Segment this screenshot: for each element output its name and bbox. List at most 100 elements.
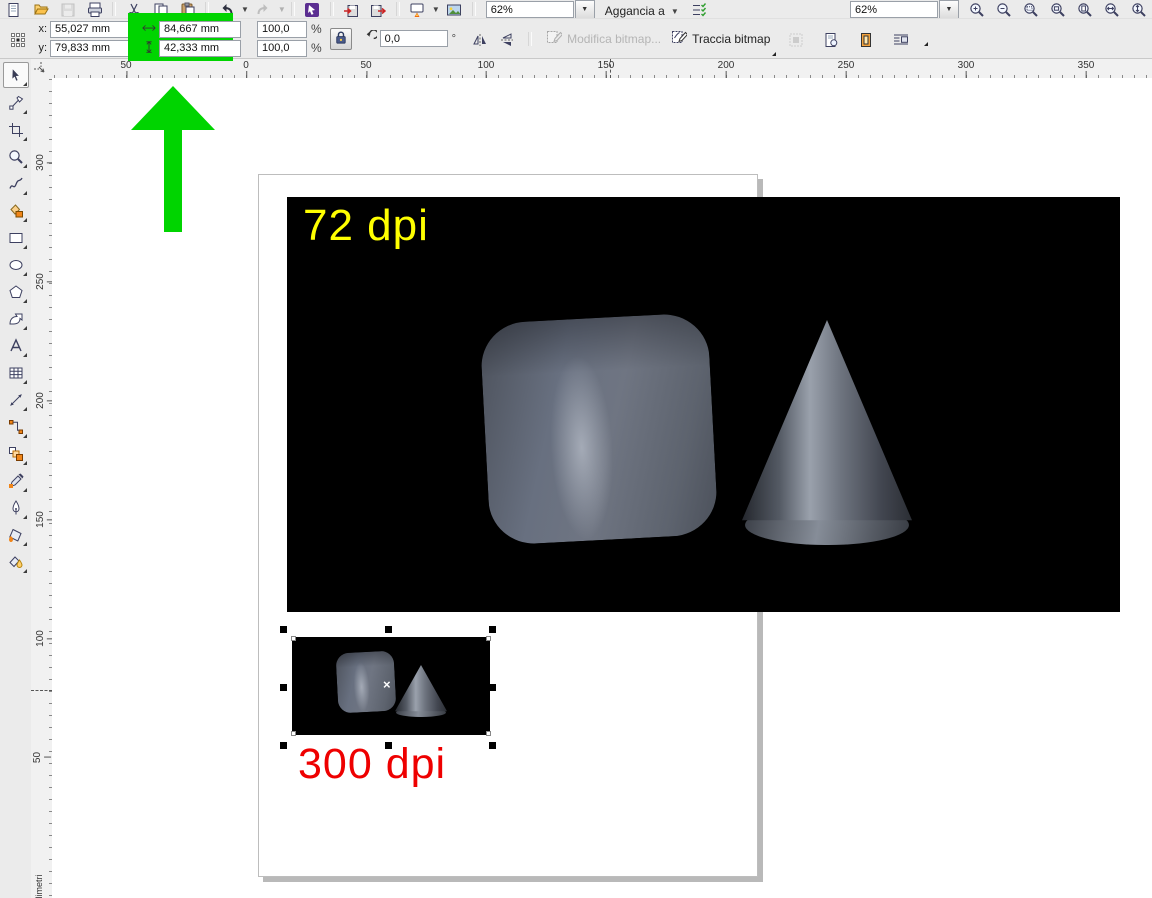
polygon-tool-icon [8,285,23,298]
chevron-down-icon[interactable]: ▼ [939,0,959,18]
application-launcher-dropdown-caret[interactable]: ▼ [432,5,440,14]
chevron-down-icon[interactable]: ▼ [574,0,595,18]
search-cursor-button[interactable] [299,0,326,18]
zoom-toolbar-combo[interactable]: 62% ▼ [850,0,959,18]
bitmap-resolution-button[interactable] [817,30,844,48]
wrap-text-flyout-arrow[interactable] [924,41,929,46]
bitmap-72dpi[interactable]: 72 dpi [287,197,1120,612]
hruler-label: 250 [837,60,855,78]
zoom-levels-value[interactable]: 62% [485,1,574,18]
bitmap-frame-button[interactable] [852,30,879,48]
freehand-tool[interactable] [4,172,28,196]
corner-node[interactable] [486,636,491,641]
selection-handle-top-center[interactable] [385,626,392,633]
polygon-tool[interactable] [4,280,28,304]
selection-handle-middle-left[interactable] [280,684,287,691]
dimension-tool[interactable] [4,388,28,412]
new-document-button[interactable] [0,0,27,18]
basic-shapes-tool[interactable] [4,307,28,331]
corner-node[interactable] [291,731,296,736]
import-button[interactable] [338,0,365,18]
smart-fill-tool-icon [9,204,23,218]
scale-h-field[interactable]: 100,0 [257,20,307,38]
fill-tool-icon [8,528,22,542]
fill-tool[interactable] [4,523,28,547]
trace-bitmap-flyout-arrow[interactable] [772,52,777,56]
zoom-in-button[interactable] [963,0,990,18]
pick-tool[interactable] [2,62,29,88]
resample-bitmap-icon [789,33,803,46]
connector-tool[interactable] [4,415,28,439]
scale-group: 100,0 % 100,0 % [257,20,322,57]
search-cursor-icon [305,3,320,17]
object-height-field[interactable]: 42,333 mm [159,39,241,57]
interactive-fill-tool[interactable] [4,550,28,574]
application-launcher-button[interactable] [404,0,431,18]
trace-bitmap-button[interactable]: Traccia bitmap [671,28,770,50]
blend-tool[interactable] [4,442,28,466]
snap-to-label: Aggancia a [604,4,665,18]
object-width-field[interactable]: 84,667 mm [159,20,241,38]
snap-to-dropdown[interactable]: Aggancia a ▼ [605,4,680,18]
zoom-page-width-button[interactable] [1098,0,1125,18]
zoom-in-icon [969,3,984,17]
shape-tool[interactable] [4,91,28,115]
open-button[interactable] [27,0,54,18]
text-tool[interactable] [4,334,28,358]
vruler-label: 150 [34,511,46,528]
zoom-selected-icon [1023,3,1038,17]
zoom-levels-combo[interactable]: 62% ▼ [485,0,595,18]
zoom-selected-button[interactable] [1017,0,1044,18]
hruler-label: 300 [957,60,975,78]
selection-center-marker[interactable]: × [383,677,391,692]
mirror-vertical-icon[interactable] [493,30,520,48]
selection-handle-bottom-left[interactable] [280,742,287,749]
object-origin-icon[interactable] [4,30,31,48]
options-checklist-icon[interactable] [686,0,713,18]
mirror-horizontal-icon[interactable] [466,30,493,48]
percent-label: % [311,41,322,55]
zoom-page-height-button[interactable] [1125,0,1152,18]
crop-tool[interactable] [4,118,28,142]
redo-button [250,0,277,18]
print-button[interactable] [81,0,108,18]
eyedropper-tool[interactable] [4,469,28,493]
bitmap-300dpi-selected[interactable]: × [291,636,491,736]
resample-bitmap-button [782,30,809,48]
rotation-field[interactable]: 0,0 [379,30,448,47]
selection-handle-middle-right[interactable] [489,684,496,691]
corner-node[interactable] [291,636,296,641]
table-tool-icon [9,367,22,379]
export-button[interactable] [365,0,392,18]
zoom-page-button[interactable] [1071,0,1098,18]
wrap-text-button[interactable] [887,30,914,48]
vertical-ruler[interactable]: millimetri 300 250 200 150 100 50 [31,78,53,898]
corner-node[interactable] [486,731,491,736]
save-button [54,0,81,18]
ellipse-tool-icon [9,260,22,270]
bitmap-frame-icon [860,32,871,47]
outline-pen-tool[interactable] [4,496,28,520]
ellipse-tool[interactable] [4,253,28,277]
zoom-out-button[interactable] [990,0,1017,18]
zoom-toolbar-value[interactable]: 62% [850,1,938,18]
zoom-tool[interactable] [4,145,28,169]
rotate-icon [362,28,379,48]
y-position-field[interactable]: 79,833 mm [50,39,130,57]
x-position-field[interactable]: 55,027 mm [50,20,130,38]
welcome-screen-button[interactable] [441,0,468,18]
table-tool[interactable] [4,361,28,385]
horizontal-ruler[interactable]: 50 0 50 100 150 200 250 300 350 [52,59,1152,79]
ruler-origin[interactable] [31,59,52,78]
selection-handle-top-left[interactable] [280,626,287,633]
smart-fill-tool[interactable] [4,199,28,223]
zoom-all-objects-button[interactable] [1044,0,1071,18]
toolbar-separator [329,2,334,16]
selection-handle-top-right[interactable] [489,626,496,633]
scale-v-field[interactable]: 100,0 [257,39,307,57]
rectangle-tool[interactable] [4,226,28,250]
toolbox [0,59,32,898]
undo-dropdown-caret[interactable]: ▼ [241,5,249,14]
lock-ratio-button[interactable] [329,27,352,50]
selection-handle-bottom-right[interactable] [489,742,496,749]
